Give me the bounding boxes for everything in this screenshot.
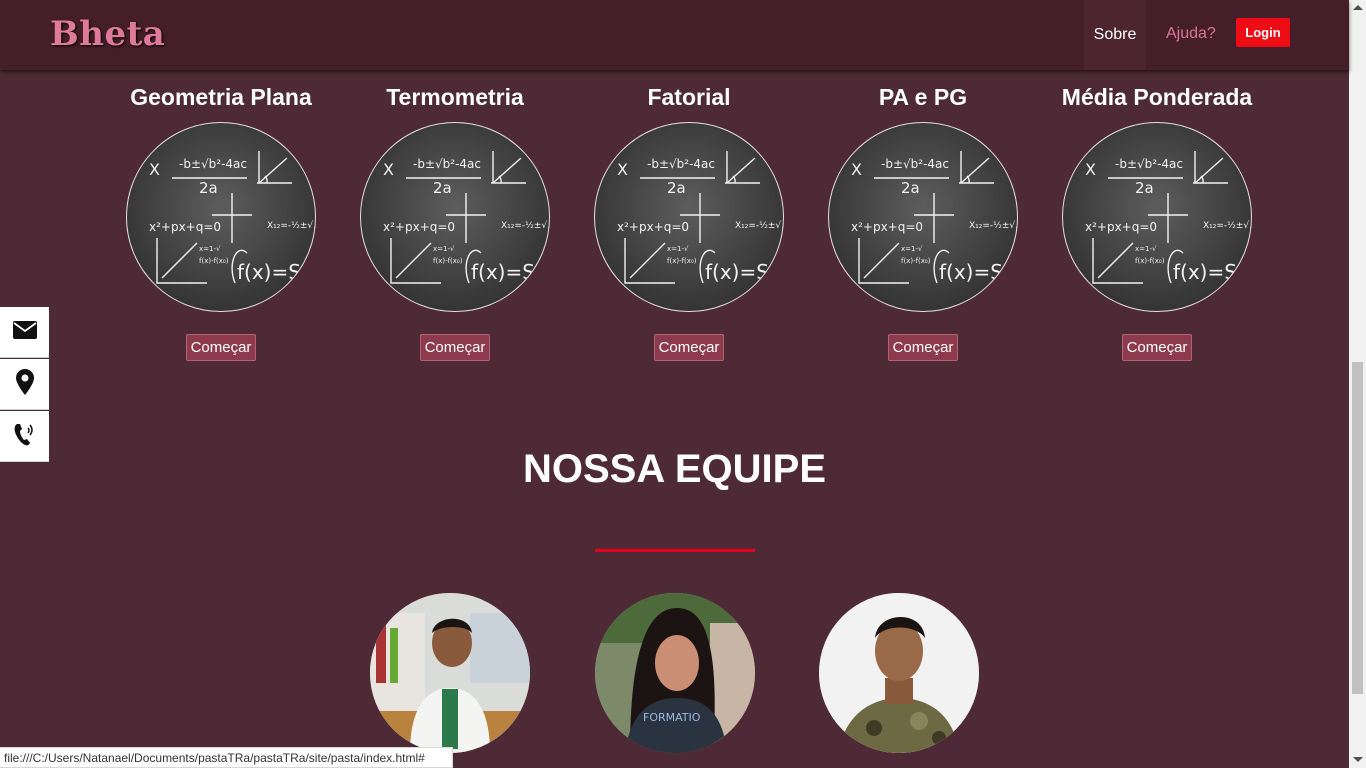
nav-link-ajuda[interactable]: Ajuda? <box>1166 25 1216 43</box>
top-navbar: Bheta Sobre Ajuda? Login <box>0 0 1349 70</box>
svg-text:-b±√b²-4ac: -b±√b²-4ac <box>881 157 949 171</box>
svg-text:x=1-√: x=1-√ <box>667 245 689 253</box>
chalkboard-image: X -b±√b²-4ac 2a x²+px+q=0 X₁₂=-½±√.. f(x)=Sin… <box>360 122 550 312</box>
svg-text:2a: 2a <box>433 179 452 197</box>
svg-text:x²+px+q=0: x²+px+q=0 <box>1085 220 1157 234</box>
svg-text:X: X <box>1085 160 1096 179</box>
svg-text:-b±√b²-4ac: -b±√b²-4ac <box>1115 157 1183 171</box>
svg-text:X₁₂=-½±√..: X₁₂=-½±√.. <box>267 220 316 231</box>
course-title: PA e PG <box>878 84 968 110</box>
course-title: Média Ponderada <box>1061 84 1253 110</box>
svg-text:2a: 2a <box>1135 179 1154 197</box>
svg-text:f(x)=Sin: f(x)=Sin <box>705 260 784 284</box>
svg-text:f(x)-f(x₀): f(x)-f(x₀) <box>667 257 697 265</box>
svg-text:2a: 2a <box>901 179 920 197</box>
svg-text:x²+px+q=0: x²+px+q=0 <box>383 220 455 234</box>
svg-text:x=1-√: x=1-√ <box>901 245 923 253</box>
title-underline <box>595 549 755 552</box>
svg-text:f(x)-f(x₀): f(x)-f(x₀) <box>433 257 463 265</box>
svg-text:x²+px+q=0: x²+px+q=0 <box>149 220 221 234</box>
start-button[interactable]: Começar <box>1122 334 1192 361</box>
contact-email-button[interactable] <box>0 307 49 358</box>
svg-text:X: X <box>149 160 160 179</box>
team-member-photo <box>370 593 530 753</box>
start-button[interactable]: Começar <box>186 334 256 361</box>
svg-text:x²+px+q=0: x²+px+q=0 <box>851 220 923 234</box>
svg-text:X: X <box>617 160 628 179</box>
chalkboard-image: X -b±√b²-4ac 2a x²+px+q=0 X₁₂=-½±√.. f(x)=Sin… <box>1062 122 1252 312</box>
svg-text:f(x)-f(x₀): f(x)-f(x₀) <box>901 257 931 265</box>
svg-text:-b±√b²-4ac: -b±√b²-4ac <box>647 157 715 171</box>
nav-link-sobre[interactable]: Sobre <box>1084 0 1146 70</box>
svg-text:-b±√b²-4ac: -b±√b²-4ac <box>179 157 247 171</box>
svg-text:f(x)-f(x₀): f(x)-f(x₀) <box>1135 257 1165 265</box>
brand-logo[interactable]: Bheta <box>50 14 165 54</box>
svg-text:f(x)=Sin: f(x)=Sin <box>939 260 1018 284</box>
course-card-pa-pg: PA e PG X -b±√b²-4ac 2a x²+px+q=0 X₁₂=-½±√..… <box>806 84 1040 361</box>
login-button[interactable]: Login <box>1236 18 1290 47</box>
svg-text:X₁₂=-½±√..: X₁₂=-½±√.. <box>501 220 550 231</box>
svg-text:x²+px+q=0: x²+px+q=0 <box>617 220 689 234</box>
svg-text:f(x)=Sin: f(x)=Sin <box>1173 260 1252 284</box>
svg-text:-b±√b²-4ac: -b±√b²-4ac <box>413 157 481 171</box>
team-member-photo: FORMATIO <box>595 593 755 753</box>
chalkboard-image: X -b±√b²-4ac 2a x²+px+q=0 X₁₂=-½±√.. f(x)=Sin… <box>828 122 1018 312</box>
svg-text:X₁₂=-½±√..: X₁₂=-½±√.. <box>735 220 784 231</box>
svg-text:FORMATIO: FORMATIO <box>643 711 701 724</box>
svg-text:X: X <box>851 160 862 179</box>
svg-text:f(x)=Sin: f(x)=Sin <box>471 260 550 284</box>
map-marker-icon <box>15 368 34 400</box>
course-title: Geometria Plana <box>130 84 312 110</box>
svg-text:x=1-√: x=1-√ <box>433 245 455 253</box>
svg-text:x=1-√: x=1-√ <box>199 245 221 253</box>
course-card-media-ponderada: Média Ponderada X -b±√b²-4ac 2a x²+px+q=0 X₁… <box>1040 84 1274 361</box>
start-button[interactable]: Começar <box>654 334 724 361</box>
svg-text:X₁₂=-½±√..: X₁₂=-½±√.. <box>969 220 1018 231</box>
contact-location-button[interactable] <box>0 359 49 410</box>
course-title: Termometria <box>386 84 524 110</box>
course-card-geometria: Geometria Plana X -b±√b²-4ac 2a x²+px+q=0 X₁… <box>104 84 338 361</box>
svg-text:2a: 2a <box>199 179 218 197</box>
browser-status-bar: file:///C:/Users/Natanael/Documents/past… <box>0 747 453 768</box>
chalkboard-image: X -b±√b²-4ac 2a x²+px+q=0 X₁₂=-½±√.. f(x)=Sin… <box>594 122 784 312</box>
team-section-title: NOSSA EQUIPE <box>522 447 827 491</box>
svg-text:f(x)=Sin: f(x)=Sin <box>237 260 316 284</box>
svg-text:X: X <box>383 160 394 179</box>
svg-text:f(x)-f(x₀): f(x)-f(x₀) <box>199 257 229 265</box>
envelope-icon <box>12 320 37 344</box>
course-card-termometria: Termometria X -b±√b²-4ac 2a x²+px+q=0 X₁₂=-½… <box>338 84 572 361</box>
scroll-up-icon[interactable] <box>1353 5 1363 10</box>
scrollbar-thumb[interactable] <box>1352 362 1363 694</box>
team-member-photo <box>819 593 979 753</box>
svg-text:X₁₂=-½±√..: X₁₂=-½±√.. <box>1203 220 1252 231</box>
chalkboard-image: X -b±√b²-4ac 2a x²+px+q=0 X₁₂=-½±√.. f(x)=Sin… <box>126 122 316 312</box>
course-title: Fatorial <box>647 84 731 110</box>
course-card-fatorial: Fatorial X -b±√b²-4ac 2a x²+px+q=0 X₁₂=-½±√.… <box>572 84 806 361</box>
start-button[interactable]: Começar <box>420 334 490 361</box>
svg-text:2a: 2a <box>667 179 686 197</box>
start-button[interactable]: Começar <box>888 334 958 361</box>
scroll-down-icon[interactable] <box>1353 757 1363 762</box>
svg-text:x=1-√: x=1-√ <box>1135 245 1157 253</box>
